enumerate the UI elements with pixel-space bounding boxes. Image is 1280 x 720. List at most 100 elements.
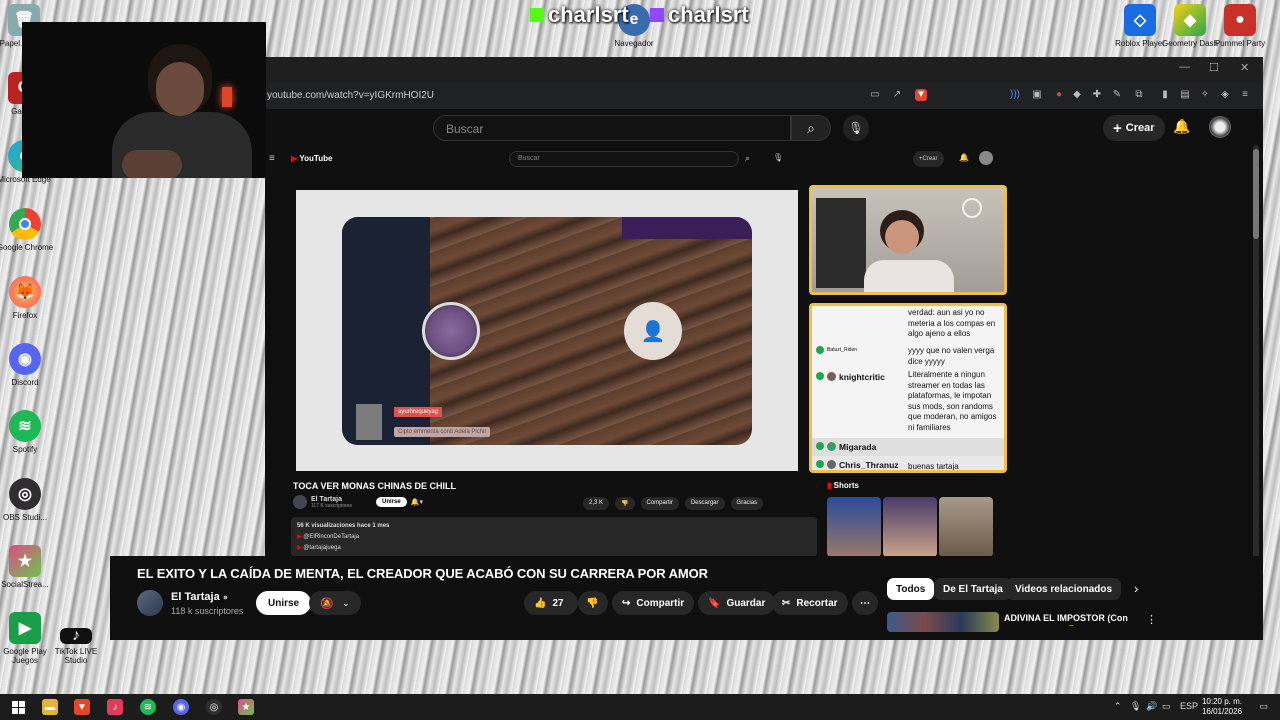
like-button[interactable]: 👍 27 bbox=[524, 591, 578, 615]
chat-avatar bbox=[827, 372, 836, 381]
embedded-search: Buscar bbox=[509, 151, 739, 167]
webcam-overlay bbox=[22, 22, 266, 178]
chat-message: buenas tartaja bbox=[908, 462, 959, 471]
search-input[interactable]: Buscar bbox=[433, 115, 791, 141]
desktop-icon-firefox[interactable]: 🦊 Firefox bbox=[0, 276, 55, 320]
obs-icon: ◎ bbox=[9, 478, 41, 510]
extensions-puzzle-icon[interactable]: ⧉ bbox=[1133, 89, 1145, 101]
extension-icon-4[interactable]: ✚ bbox=[1091, 89, 1103, 101]
short-thumbnail bbox=[827, 497, 881, 557]
desktop-icon-pummel[interactable]: ● Pummel Party bbox=[1210, 4, 1270, 48]
start-icon[interactable] bbox=[10, 699, 26, 715]
chat-message: verdad: aun asi yo no meteria a los comp… bbox=[908, 308, 996, 338]
discord-taskbar-icon[interactable]: ◉ bbox=[173, 699, 189, 715]
plus-icon: + bbox=[1113, 119, 1122, 137]
extension-icon-1[interactable]: ▣ bbox=[1031, 89, 1043, 101]
mic-tray-icon[interactable]: 🎙 bbox=[1130, 701, 1141, 712]
video-chat-avatar bbox=[356, 404, 382, 440]
minimize-icon[interactable]: — bbox=[1179, 61, 1190, 73]
desktop-icon-spotify[interactable]: ≋ Spotify bbox=[0, 410, 55, 454]
short-thumbnail bbox=[883, 497, 937, 557]
filter-all[interactable]: Todos bbox=[887, 578, 935, 600]
spotify-taskbar-icon[interactable]: ≋ bbox=[140, 699, 156, 715]
search-button[interactable]: ⌕ bbox=[791, 115, 831, 141]
socialstream-icon: ★ bbox=[9, 545, 41, 577]
desktop-icon-chrome[interactable]: Google Chrome bbox=[0, 208, 55, 252]
chat-row: Batuzt_Riden bbox=[816, 346, 857, 354]
embedded-channel-row: El Tartaja 117 K suscriptores Unirse 🔔▾ bbox=[293, 495, 423, 509]
extension-icon-2[interactable]: ● bbox=[1053, 89, 1065, 101]
short-thumbnail bbox=[939, 497, 993, 557]
more-icon: ⋯ bbox=[860, 597, 870, 609]
network-icon[interactable]: ▭ bbox=[1162, 701, 1171, 712]
page-scrollbar-thumb[interactable] bbox=[1253, 149, 1259, 239]
filter-related[interactable]: Videos relacionados bbox=[1006, 578, 1122, 600]
streamer-camera bbox=[809, 185, 1007, 295]
brave-shield-icon[interactable]: ▼ bbox=[915, 89, 927, 101]
embedded-video-frame: 👤 ayurhrequeyag Cipto emmenta conti Adel… bbox=[296, 190, 798, 471]
brave-icon[interactable]: ▼ bbox=[74, 699, 90, 715]
share-button[interactable]: ↪ Compartir bbox=[612, 591, 695, 615]
verified-icon bbox=[816, 346, 824, 354]
join-button[interactable]: Unirse bbox=[256, 591, 312, 615]
notification-icon[interactable]: ▭ bbox=[1259, 701, 1268, 712]
player-avatar-circle bbox=[422, 302, 480, 360]
embedded-video-content: 👤 ayurhrequeyag Cipto emmenta conti Adel… bbox=[342, 217, 752, 445]
wallet-icon[interactable]: ▤ bbox=[1179, 89, 1191, 101]
overlay-name-kick: charlsrt bbox=[530, 2, 629, 28]
clip-button[interactable]: ✂ Recortar bbox=[772, 591, 848, 615]
menu-icon[interactable]: ≡ bbox=[1239, 89, 1251, 101]
url-text[interactable]: youtube.com/watch?v=yIGKrmHOI2U bbox=[267, 90, 434, 101]
channel-avatar[interactable] bbox=[137, 590, 163, 616]
desktop-icon-socialstream[interactable]: ★ SocialStrea... bbox=[0, 545, 55, 589]
kebab-menu-icon[interactable]: ⋮ bbox=[1146, 613, 1157, 626]
share-icon[interactable]: ↗ bbox=[891, 89, 903, 101]
sidebar-icon[interactable]: ▮ bbox=[1159, 89, 1171, 101]
dislike-button[interactable]: 👎 bbox=[578, 591, 608, 615]
chevron-down-icon: ⌄ bbox=[342, 597, 350, 608]
obs-taskbar-icon[interactable]: ◎ bbox=[206, 699, 222, 715]
leo-icon[interactable]: ✧ bbox=[1199, 89, 1211, 101]
more-actions-button[interactable]: ⋯ bbox=[852, 591, 878, 615]
extension-icon-3[interactable]: ◆ bbox=[1071, 89, 1083, 101]
vpn-icon[interactable]: ◈ bbox=[1219, 89, 1231, 101]
bookmark-icon: 🔖 bbox=[708, 597, 721, 609]
file-explorer-icon[interactable]: ▬ bbox=[42, 699, 58, 715]
channel-name[interactable]: El Tartaja ● bbox=[171, 591, 228, 603]
notifications-bell-icon[interactable]: 🔔 bbox=[1173, 118, 1190, 135]
clock[interactable]: 10:20 p. m. 16/01/2026 bbox=[1202, 697, 1242, 717]
extension-audio-icon[interactable]: ))) bbox=[1009, 89, 1021, 101]
firefox-icon: 🦊 bbox=[9, 276, 41, 308]
tray-chevron-icon[interactable]: ⌃ bbox=[1114, 701, 1122, 712]
language-indicator[interactable]: ESP bbox=[1180, 701, 1198, 711]
create-button[interactable]: + Crear bbox=[1103, 115, 1165, 141]
chevron-right-icon[interactable]: › bbox=[1134, 581, 1138, 596]
embedded-video-title: TOCA VER MONAS CHINAS DE CHILL bbox=[293, 481, 457, 491]
video-player[interactable]: ≡ ▶ YouTube Buscar ⌕ 🎙 + Crear 🔔 👤 ayurh… bbox=[265, 145, 1251, 557]
music-icon[interactable]: ♪ bbox=[107, 699, 123, 715]
subscription-bell-button[interactable]: 🔕 ⌄ bbox=[309, 591, 361, 615]
speaker-icon[interactable]: 🔊 bbox=[1146, 701, 1157, 712]
address-bar[interactable]: youtube.com/watch?v=yIGKrmHOI2U ▭ ↗ ▼ ))… bbox=[265, 83, 1263, 109]
overlay-name-twitch: charlsrt bbox=[650, 2, 749, 28]
desktop-icon-tiktok[interactable]: ♪ TikTok LIVE Studio bbox=[46, 627, 106, 665]
cast-icon[interactable]: ▭ bbox=[869, 89, 881, 101]
close-icon[interactable]: ✕ bbox=[1240, 61, 1249, 74]
embedded-create: + Crear bbox=[913, 151, 944, 167]
embedded-actions: 2,3 K 👎 Compartir Descargar Gracias bbox=[583, 497, 764, 510]
extension-icon-5[interactable]: ✎ bbox=[1111, 89, 1123, 101]
voice-search-button[interactable]: 🎙 bbox=[843, 115, 869, 141]
socialstream-taskbar-icon[interactable]: ★ bbox=[238, 699, 254, 715]
desktop-icon-discord[interactable]: ◉ Discord bbox=[0, 343, 55, 387]
embedded-bell-icon: 🔔▾ bbox=[410, 499, 423, 506]
chrome-icon bbox=[9, 208, 41, 240]
save-button[interactable]: 🔖 Guardar bbox=[698, 591, 776, 615]
maximize-icon[interactable]: ☐ bbox=[1209, 61, 1219, 74]
account-avatar[interactable] bbox=[1209, 116, 1231, 138]
embedded-shorts-header: ▮ Shorts bbox=[827, 481, 859, 490]
recommended-thumbnail[interactable] bbox=[887, 612, 999, 632]
filter-from-channel[interactable]: De El Tartaja bbox=[934, 578, 1012, 600]
recommended-title[interactable]: ADIVINA EL IMPOSTOR (Con Rivelo y Lato) … bbox=[1004, 612, 1134, 626]
title-bar: — ☐ ✕ bbox=[265, 57, 1263, 83]
desktop-icon-obs[interactable]: ◎ OBS Studi... bbox=[0, 478, 55, 522]
